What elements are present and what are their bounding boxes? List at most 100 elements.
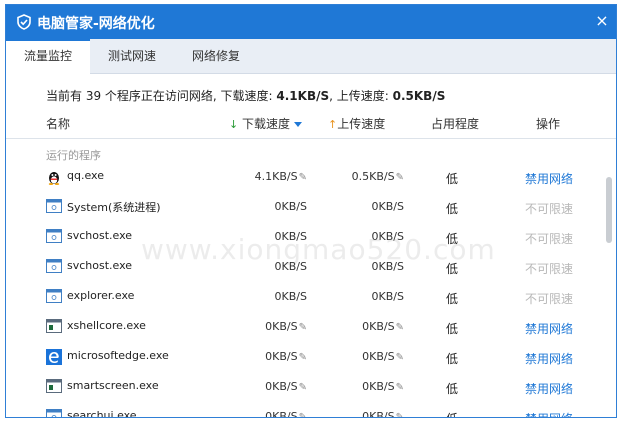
window-app-icon (46, 409, 62, 417)
process-name: microsoftedge.exe (67, 349, 169, 362)
upload-speed[interactable]: 0KB/S✎ (328, 320, 404, 333)
upload-speed: 0KB/S (328, 200, 404, 213)
download-speed[interactable]: 0KB/S✎ (231, 380, 307, 393)
process-row[interactable]: explorer.exe 0KB/S 0KB/S 低 不可限速 (6, 282, 602, 312)
column-name[interactable]: 名称 (46, 115, 70, 132)
traffic-summary: 当前有 39 个程序正在访问网络, 下载速度: 4.1KB/S, 上传速度: 0… (46, 87, 445, 104)
upload-speed-value: 0KB/S (362, 350, 395, 363)
download-speed[interactable]: 0KB/S✎ (231, 320, 307, 333)
sort-descending-icon (294, 122, 303, 127)
process-name: explorer.exe (67, 289, 135, 302)
close-button[interactable]: × (592, 11, 612, 31)
column-upload[interactable]: ↑上传速度 (328, 115, 385, 132)
column-download[interactable]: ↓ 下载速度 (229, 115, 303, 132)
tab-bar: 流量监控 测试网速 网络修复 (6, 39, 616, 74)
download-speed[interactable]: 0KB/S✎ (231, 410, 307, 418)
usage-level: 低 (446, 172, 459, 186)
tab-speed-test[interactable]: 测试网速 (90, 39, 174, 73)
table-header: 名称 ↓ 下载速度 ↑上传速度 占用程度 操作 (6, 115, 616, 137)
process-row[interactable]: smartscreen.exe 0KB/S✎ 0KB/S✎ 低禁用网络 (6, 372, 602, 402)
disable-network-link[interactable]: 禁用网络 (525, 320, 573, 337)
pencil-icon[interactable]: ✎ (396, 322, 404, 333)
pencil-icon[interactable]: ✎ (299, 382, 307, 393)
process-name: svchost.exe (67, 229, 133, 242)
tab-traffic-monitor[interactable]: 流量监控 (6, 39, 90, 74)
terminal-app-icon (46, 319, 62, 333)
download-speed-value: 4.1KB/S (254, 170, 298, 183)
process-row[interactable]: xshellcore.exe 0KB/S✎ 0KB/S✎ 低禁用网络 (6, 312, 602, 342)
process-row[interactable]: microsoftedge.exe 0KB/S✎ 0KB/S✎ 低禁用网络 (6, 342, 602, 372)
summary-download-speed: 4.1KB/S (276, 89, 330, 103)
window-app-icon (46, 289, 62, 303)
upload-speed-value: 0KB/S (362, 410, 395, 418)
upload-speed[interactable]: 0KB/S✎ (328, 410, 404, 418)
column-usage[interactable]: 占用程度 (431, 115, 479, 132)
pencil-icon[interactable]: ✎ (299, 322, 307, 333)
disable-network-link[interactable]: 禁用网络 (525, 170, 573, 187)
pencil-icon[interactable]: ✎ (299, 352, 307, 363)
qq-penguin-icon (46, 169, 62, 185)
process-name: xshellcore.exe (67, 319, 146, 332)
download-speed-value: 0KB/S (274, 290, 307, 303)
process-name: qq.exe (67, 169, 104, 182)
window-app-icon (46, 229, 62, 243)
process-name: smartscreen.exe (67, 379, 159, 392)
download-speed-value: 0KB/S (265, 320, 298, 333)
title-bar: 电脑管家-网络优化 × (6, 5, 616, 39)
column-upload-label: 上传速度 (337, 117, 386, 131)
pencil-icon[interactable]: ✎ (299, 412, 307, 417)
usage-level: 低 (446, 292, 459, 306)
download-speed-value: 0KB/S (265, 410, 298, 418)
usage-level: 低 (446, 202, 459, 216)
summary-prefix: 当前有 39 个程序正在访问网络, 下载速度: (46, 89, 277, 103)
upload-speed-value: 0KB/S (371, 290, 404, 303)
header-divider (6, 138, 616, 139)
download-speed[interactable]: 4.1KB/S✎ (231, 170, 307, 183)
download-speed-value: 0KB/S (265, 350, 298, 363)
upload-speed[interactable]: 0KB/S✎ (328, 380, 404, 393)
no-limit-label: 不可限速 (525, 232, 574, 246)
window-app-icon (46, 199, 62, 213)
download-speed-value: 0KB/S (274, 200, 307, 213)
process-name: svchost.exe (67, 259, 133, 272)
edge-browser-icon (46, 349, 62, 365)
usage-level: 低 (446, 410, 458, 417)
terminal-app-icon (46, 379, 62, 393)
tab-network-repair[interactable]: 网络修复 (174, 39, 258, 73)
usage-level: 低 (446, 322, 459, 336)
column-download-label: 下载速度 (242, 117, 291, 131)
process-row[interactable]: System(系统进程) 0KB/S 0KB/S 低 不可限速 (6, 192, 602, 222)
network-optimizer-window: 电脑管家-网络优化 × 流量监控 测试网速 网络修复 当前有 39 个程序正在访… (5, 4, 617, 418)
upload-speed-value: 0KB/S (362, 380, 395, 393)
summary-middle: , 上传速度: (329, 89, 393, 103)
disable-network-link[interactable]: 禁用网络 (525, 410, 573, 417)
upload-speed-value: 0.5KB/S (351, 170, 395, 183)
upload-speed-value: 0KB/S (371, 200, 404, 213)
no-limit-label: 不可限速 (525, 292, 574, 306)
process-row[interactable]: searchui.exe0KB/S✎0KB/S✎低禁用网络 (6, 402, 602, 418)
disable-network-link[interactable]: 禁用网络 (525, 380, 573, 397)
download-speed-value: 0KB/S (265, 380, 298, 393)
pencil-icon[interactable]: ✎ (396, 382, 404, 393)
pencil-icon[interactable]: ✎ (396, 412, 404, 417)
download-arrow-icon: ↓ (229, 118, 239, 131)
download-speed[interactable]: 0KB/S✎ (231, 350, 307, 363)
pencil-icon[interactable]: ✎ (396, 172, 404, 183)
pencil-icon[interactable]: ✎ (299, 172, 307, 183)
download-speed: 0KB/S (231, 200, 307, 213)
upload-speed[interactable]: 0KB/S✎ (328, 350, 404, 363)
upload-speed: 0KB/S (328, 290, 404, 303)
summary-upload-speed: 0.5KB/S (392, 89, 446, 103)
watermark: www.xiongmao520.com (141, 233, 496, 266)
no-limit-label: 不可限速 (525, 262, 574, 276)
pencil-icon[interactable]: ✎ (396, 352, 404, 363)
upload-speed-value: 0KB/S (362, 320, 395, 333)
no-limit-label: 不可限速 (525, 202, 574, 216)
group-label-running: 运行的程序 (46, 149, 101, 162)
disable-network-link[interactable]: 禁用网络 (525, 350, 573, 367)
upload-speed[interactable]: 0.5KB/S✎ (328, 170, 404, 183)
scrollbar-thumb[interactable] (606, 177, 612, 243)
usage-level: 低 (446, 382, 459, 396)
process-row[interactable]: qq.exe 4.1KB/S✎ 0.5KB/S✎ 低禁用网络 (6, 162, 602, 192)
process-name: System(系统进程) (67, 201, 161, 214)
